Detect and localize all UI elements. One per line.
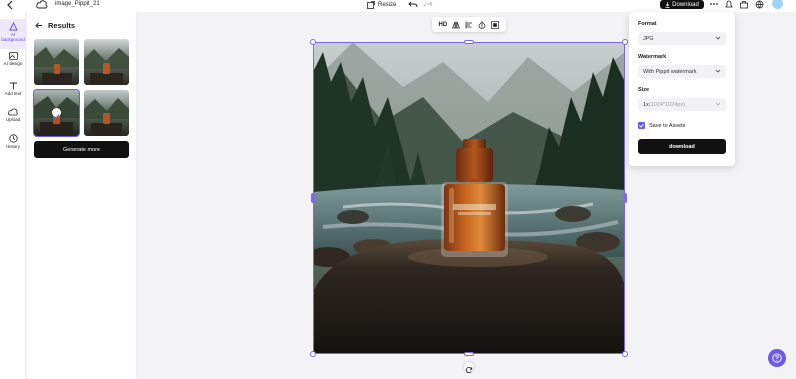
rail-label: History — [5, 144, 20, 149]
watermark-label: Watermark — [638, 54, 667, 60]
rail-item-history[interactable]: History — [0, 134, 26, 149]
results-title: Results — [48, 21, 76, 30]
align-icon[interactable] — [465, 21, 473, 29]
download-icon — [665, 1, 670, 8]
globe-icon[interactable] — [755, 0, 765, 9]
rotate-icon — [465, 366, 473, 374]
cloud-upload-icon — [8, 108, 18, 116]
chevron-down-icon — [715, 102, 721, 106]
top-bar: image_Pippit_21 Resize Download — [0, 0, 796, 12]
text-icon — [9, 82, 17, 90]
size-select[interactable]: 1x (1024*1024px) — [638, 98, 726, 111]
save-to-assets-checkbox[interactable]: Save to Assets — [638, 122, 685, 129]
save-to-assets-label: Save to Assets — [649, 122, 686, 129]
redo-icon[interactable] — [423, 0, 433, 9]
resize-handle-bottom[interactable] — [464, 352, 474, 356]
resize-handle-bottom-right[interactable] — [622, 351, 628, 357]
chevron-down-icon — [715, 36, 721, 40]
result-thumbnail-3[interactable] — [33, 89, 80, 137]
result-thumbnail-4[interactable] — [84, 90, 129, 136]
question-icon — [772, 353, 782, 363]
project-name[interactable]: image_Pippit_21 — [55, 0, 100, 8]
results-header: Results — [35, 21, 75, 30]
rail-label: Upload — [5, 117, 21, 122]
rail-label: AI design — [3, 61, 23, 66]
download-button[interactable]: Download — [660, 0, 704, 9]
resize-icon — [367, 0, 375, 9]
cloud-icon — [36, 0, 48, 9]
size-label: Size — [638, 87, 650, 93]
crop-icon[interactable] — [491, 20, 500, 29]
back-arrow-icon[interactable] — [6, 0, 16, 10]
checkbox-checked-icon — [638, 122, 645, 129]
back-arrow-icon[interactable] — [35, 22, 43, 29]
chevron-down-icon — [715, 69, 721, 73]
format-value: JPG — [643, 35, 654, 42]
rotate-button[interactable] — [464, 362, 474, 374]
format-select[interactable]: JPG — [638, 32, 726, 45]
avatar[interactable] — [772, 0, 783, 9]
flip-icon[interactable] — [452, 21, 461, 29]
popover-download-button[interactable]: download — [638, 139, 726, 154]
format-label: Format — [638, 21, 657, 27]
image-icon — [8, 52, 18, 60]
bell-icon[interactable] — [724, 0, 734, 9]
briefcase-icon[interactable] — [739, 0, 749, 9]
rail-item-add-text[interactable]: Add text — [0, 82, 26, 96]
help-button[interactable] — [768, 349, 786, 367]
resize-handle-right[interactable] — [623, 193, 627, 203]
hd-button[interactable]: HD — [439, 22, 448, 28]
left-rail: AI background AI design Add text Upload … — [0, 12, 26, 379]
canvas-image[interactable] — [313, 42, 625, 354]
opacity-icon[interactable] — [478, 20, 486, 29]
resize-handle-top[interactable] — [464, 40, 474, 44]
resize-handle-left[interactable] — [311, 193, 315, 203]
rail-item-upload[interactable]: Upload — [0, 108, 26, 122]
rail-item-ai-design[interactable]: AI design — [0, 52, 26, 66]
watermark-select[interactable]: With Pippit watermark — [638, 65, 726, 78]
undo-icon[interactable] — [408, 0, 418, 9]
resize-label: Resize — [378, 1, 397, 8]
rail-item-ai-background[interactable]: AI background — [0, 19, 26, 49]
result-thumbnail-1[interactable] — [34, 39, 79, 85]
rail-label: Add text — [4, 91, 22, 96]
watermark-value: With Pippit watermark — [643, 68, 697, 75]
resize-handle-top-right[interactable] — [622, 39, 628, 45]
results-panel: Results Generate more — [27, 12, 137, 379]
result-thumbnail-2[interactable] — [84, 39, 129, 85]
resize-handle-top-left[interactable] — [310, 39, 316, 45]
size-hint: (1024*1024px) — [648, 101, 685, 108]
resize-handle-bottom-left[interactable] — [310, 351, 316, 357]
more-icon[interactable] — [709, 0, 719, 9]
download-label: Download — [672, 1, 699, 8]
clock-icon — [8, 134, 18, 143]
generate-more-button[interactable]: Generate more — [34, 141, 129, 158]
export-popover: Format JPG Watermark With Pippit waterma… — [629, 12, 735, 166]
perfume-scene-image — [313, 42, 625, 354]
sparkle-triangle-icon — [8, 22, 18, 31]
image-toolbar: HD — [432, 17, 506, 32]
rail-label: AI background — [1, 32, 25, 42]
selected-check-icon — [52, 108, 61, 120]
resize-button[interactable]: Resize — [367, 0, 396, 9]
